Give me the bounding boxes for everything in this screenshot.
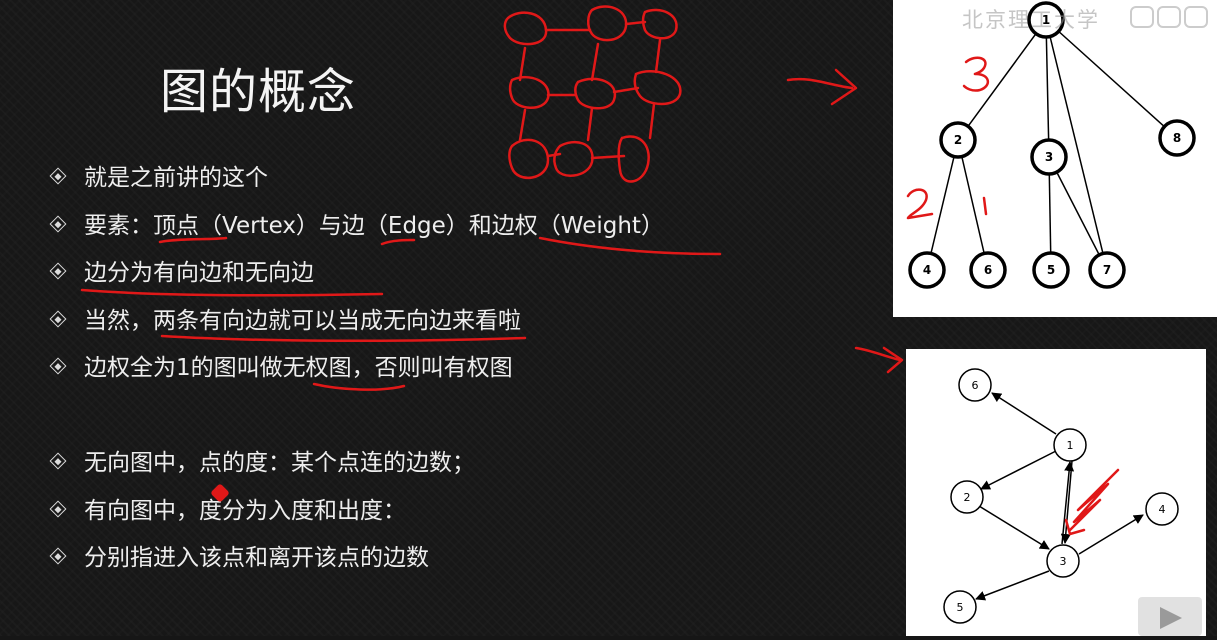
scribble-shape [574, 77, 617, 110]
scribble-shape [641, 8, 678, 40]
node-label: 6 [984, 263, 992, 277]
annotation-arrow [786, 68, 858, 106]
scribble-shape [503, 11, 548, 46]
node-label: 2 [964, 491, 971, 504]
graph-edge [957, 19, 1047, 141]
diamond-bullet-icon [49, 500, 67, 518]
graph-arrow [991, 392, 1057, 435]
node-label: 3 [1045, 150, 1053, 164]
slide-title: 图的概念 [160, 64, 357, 120]
undirected-graph: 1 2 3 8 4 6 5 7 [908, 1, 1196, 289]
bullet-item: 当然，两条有向边就可以当成无向边来看啦 [49, 306, 521, 336]
node-label: 7 [1103, 263, 1111, 277]
node-label: 2 [954, 133, 962, 147]
graph-arrow [1078, 514, 1144, 555]
bullet-text: 分别指进入该点和离开该点的边数 [84, 545, 429, 571]
graph-edge [1045, 19, 1050, 158]
diamond-bullet-icon [49, 357, 67, 375]
scribble-shape [612, 86, 640, 94]
scribble-shape [553, 141, 594, 177]
bullet-text: 有向图中，度分为入度和出度： [84, 498, 406, 524]
graph-edge [957, 139, 989, 271]
scribble-shape [508, 75, 550, 109]
play-icon [1160, 607, 1182, 629]
node-label: 6 [972, 379, 979, 392]
scribble-shape [546, 152, 562, 158]
graph-arrow [980, 450, 1057, 490]
scribble-shape [617, 135, 650, 183]
scribble-shape [518, 102, 656, 142]
graph-arrow [978, 505, 1050, 550]
bullet-text: 就是之前讲的这个 [84, 165, 268, 191]
diamond-bullet-icon [49, 452, 67, 470]
bullet-item: 无向图中，点的度：某个点连的边数； [49, 448, 475, 478]
bullet-text: 无向图中，点的度：某个点连的边数； [84, 450, 475, 476]
diamond-bullet-icon [49, 547, 67, 565]
node-label: 4 [1159, 503, 1166, 516]
node-label: 1 [1067, 439, 1074, 452]
diamond-bullet-icon [49, 310, 67, 328]
bilibili-logo-graphic [1130, 6, 1208, 28]
diamond-bullet-icon [49, 167, 67, 185]
node-label: 4 [923, 263, 931, 277]
annotation-arrow [854, 346, 904, 374]
scribble-shape [590, 154, 626, 160]
scribble-shape [633, 69, 682, 106]
node-label: 8 [1173, 131, 1181, 145]
bullet-text: 边分为有向边和无向边 [84, 260, 314, 286]
scribble-shape [518, 38, 662, 82]
scribble-shape [587, 5, 628, 42]
underline [160, 334, 527, 343]
underline [80, 288, 384, 297]
node-label: 5 [957, 601, 964, 614]
diamond-bullet-icon [49, 215, 67, 233]
bullet-item: 边分为有向边和无向边 [49, 258, 314, 288]
node-label: 3 [1060, 555, 1067, 568]
graph-arrow [975, 570, 1050, 601]
diamond-bullet-icon [49, 262, 67, 280]
bullet-text: 边权全为1的图叫做无权图，否则叫有权图 [84, 355, 513, 381]
undirected-graph-panel: 1 2 3 8 4 6 5 7 [893, 0, 1217, 317]
bullet-text: 要素：顶点（Vertex）与边（Edge）和边权（Weight） [84, 213, 664, 239]
directed-graph-panel: 6 1 2 4 3 5 [906, 349, 1206, 636]
directed-graph: 6 1 2 4 3 5 [943, 368, 1179, 624]
bullet-item: 就是之前讲的这个 [49, 163, 268, 193]
bullet-text: 当然，两条有向边就可以当成无向边来看啦 [84, 308, 521, 334]
scribble-shape [508, 138, 550, 180]
node-label: 5 [1047, 263, 1055, 277]
bullet-item: 有向图中，度分为入度和出度： [49, 496, 406, 526]
bilibili-logo [1130, 4, 1210, 30]
play-button[interactable] [1138, 597, 1202, 636]
scribble-shape [624, 20, 647, 26]
watermark-text: 北京理工大学 [962, 8, 1100, 32]
slide: 图的概念 就是之前讲的这个 要素：顶点（Vertex）与边（Edge）和边权（W… [0, 0, 1217, 636]
graph-edge [926, 139, 959, 271]
graph-edge [1045, 19, 1178, 139]
underline [312, 382, 406, 391]
bullet-item: 要素：顶点（Vertex）与边（Edge）和边权（Weight） [49, 211, 664, 241]
bullet-item: 边权全为1的图叫做无权图，否则叫有权图 [49, 353, 513, 383]
bullet-item: 分别指进入该点和离开该点的边数 [49, 543, 429, 573]
